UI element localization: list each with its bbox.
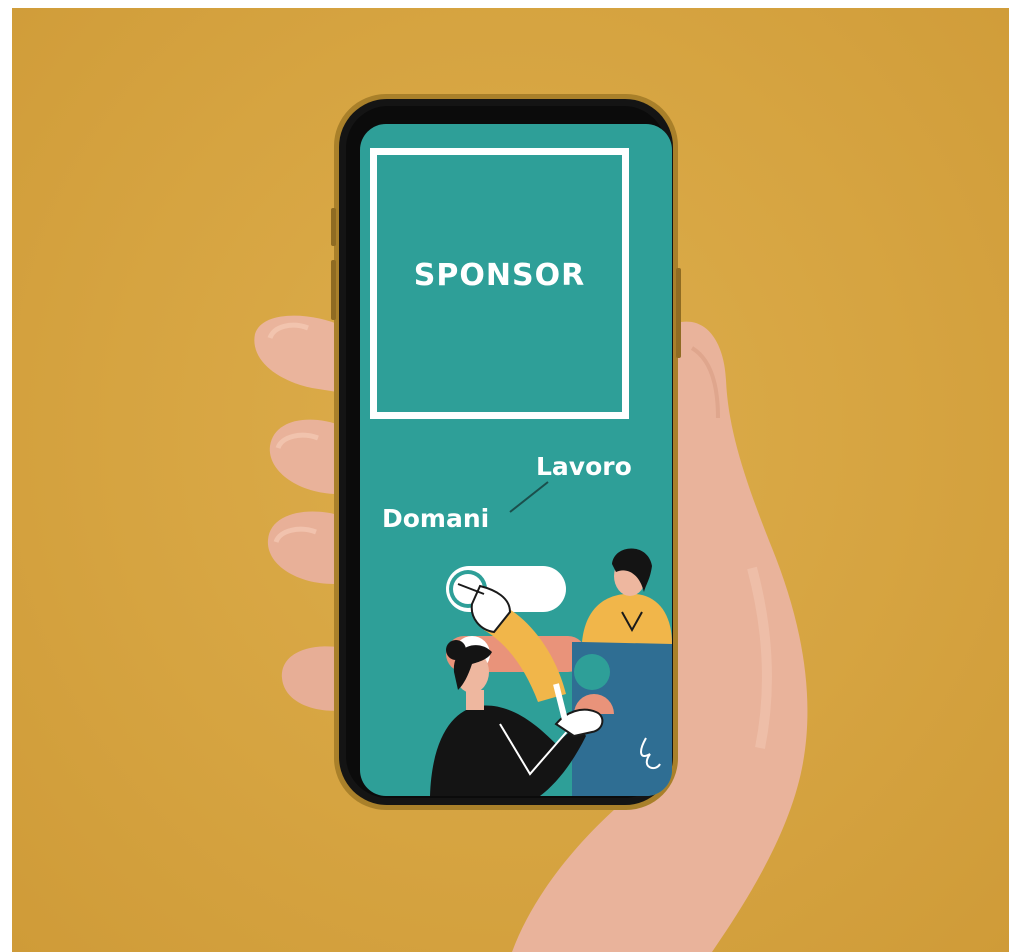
photo-background: SPONSOR Lavoro Domani xyxy=(12,8,1009,952)
team-illustration xyxy=(430,548,672,796)
phone-screen: SPONSOR Lavoro Domani xyxy=(360,124,672,796)
